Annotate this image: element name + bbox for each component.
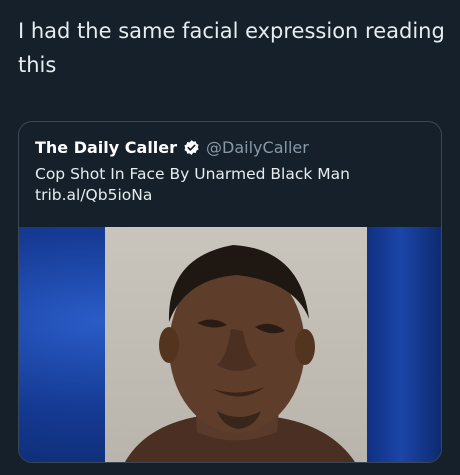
quoted-tweet-body: Cop Shot In Face By Unarmed Black Man tr… [35,164,425,206]
link-text[interactable]: trib.al/Qb5ioNa [35,185,425,206]
quoted-tweet-header: The Daily Caller @DailyCaller [35,136,309,158]
account-handle[interactable]: @DailyCaller [206,138,309,157]
tweet-text: I had the same facial expression reading… [18,19,445,77]
portrait-illustration [125,245,355,462]
mugshot-image[interactable] [19,227,441,462]
blue-background-right [361,227,441,462]
account-name[interactable]: The Daily Caller [35,138,177,157]
headline-text: Cop Shot In Face By Unarmed Black Man [35,165,350,183]
quoted-tweet-card[interactable]: The Daily Caller @DailyCaller Cop Shot I… [18,121,442,463]
verified-badge-icon [183,139,200,156]
